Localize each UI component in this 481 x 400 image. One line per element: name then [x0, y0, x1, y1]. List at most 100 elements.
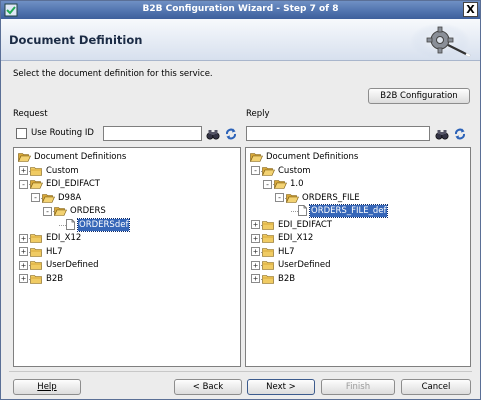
help-button[interactable]: Help [13, 379, 81, 395]
folder-open-icon [250, 153, 263, 162]
binoculars-icon[interactable] [435, 127, 449, 141]
wizard-header: Document Definition [1, 19, 480, 61]
tree-node[interactable]: Document Definitions [246, 151, 470, 163]
expand-toggle[interactable]: + [19, 233, 28, 243]
cancel-button-label: Cancel [421, 382, 451, 392]
expand-toggle[interactable]: + [19, 260, 28, 270]
folder-icon [30, 274, 42, 284]
tree-node-label: UserDefined [278, 260, 331, 270]
folder-icon [262, 220, 274, 230]
instruction-text: Select the document definition for this … [13, 69, 213, 79]
collapse-toggle[interactable]: - [43, 206, 52, 216]
tree-node[interactable]: + HL7 [246, 246, 470, 258]
back-button[interactable]: < Back [174, 379, 242, 395]
next-button[interactable]: Next > [247, 379, 315, 395]
tree-node-label: ORDERS_FILE [302, 192, 360, 203]
tree-node[interactable]: + B2B [246, 273, 470, 285]
tree-node-label: EDI_X12 [46, 233, 82, 243]
use-routing-id-checkbox[interactable] [16, 128, 27, 139]
help-button-label: Help [37, 382, 57, 392]
title-bar: B2B Configuration Wizard - Step 7 of 8 X [1, 1, 480, 19]
expand-toggle[interactable]: + [251, 233, 260, 243]
folder-icon [30, 234, 42, 243]
reply-routing-id-field[interactable] [246, 126, 430, 141]
tree-node[interactable]: - 1.0 [246, 178, 470, 190]
collapse-toggle[interactable]: - [275, 193, 284, 202]
tree-node-label: EDI_EDIFACT [46, 179, 100, 189]
refresh-icon[interactable] [453, 127, 467, 141]
selected-node-label: ORDERSdef [76, 217, 131, 232]
finish-button[interactable]: Finish [321, 379, 395, 395]
tree-node-label: Custom [46, 165, 79, 176]
tree-node-label: D98A [58, 192, 82, 203]
tree-node-label: EDI_X12 [278, 233, 314, 243]
tree-node[interactable]: - ORDERS [14, 205, 240, 217]
binoculars-icon[interactable] [206, 127, 220, 141]
tree-node[interactable]: + HL7 [14, 246, 240, 258]
folder-icon [30, 166, 42, 176]
expand-toggle[interactable]: + [251, 247, 260, 256]
next-button-label: Next > [266, 382, 296, 392]
request-routing-id-field[interactable] [103, 126, 202, 141]
request-tree[interactable]: Document Definitions + Custom - EDI_EDIFACT -… [13, 147, 241, 367]
gear-wand-icon [410, 23, 471, 59]
tree-node[interactable]: - ORDERS_FILE [246, 192, 470, 204]
folder-open-icon [262, 166, 275, 176]
tree-node-label: B2B [278, 273, 296, 284]
close-button[interactable]: X [463, 2, 478, 17]
expand-toggle[interactable]: + [19, 247, 28, 256]
expand-toggle[interactable]: + [251, 260, 260, 270]
folder-icon [262, 274, 274, 284]
collapse-toggle[interactable]: - [263, 179, 272, 189]
tree-node[interactable]: + EDI_EDIFACT [246, 219, 470, 231]
back-button-label: < Back [192, 382, 224, 392]
tree-connector [291, 211, 298, 212]
document-icon [66, 218, 75, 230]
selected-node-label: ORDERS_FILE_def [308, 204, 389, 218]
tree-node-label: Document Definitions [266, 152, 359, 162]
tree-node[interactable]: ORDERSdef [14, 217, 240, 232]
tree-connector [59, 224, 66, 226]
tree-node-label: B2B [46, 273, 64, 284]
document-icon [298, 205, 307, 216]
tree-node[interactable]: + B2B [14, 273, 240, 285]
reply-label: Reply [246, 109, 270, 119]
folder-icon [262, 247, 274, 257]
wizard-window: B2B Configuration Wizard - Step 7 of 8 X… [0, 0, 481, 400]
tree-node-label: EDI_EDIFACT [278, 219, 332, 230]
tree-node[interactable]: - EDI_EDIFACT [14, 178, 240, 190]
folder-open-icon [42, 193, 55, 203]
reply-tree[interactable]: Document Definitions - Custom -1.0- ORDERS_F… [245, 147, 471, 367]
tree-node[interactable]: + Custom [14, 165, 240, 177]
folder-open-icon [286, 193, 299, 203]
tree-node[interactable]: - Custom [246, 165, 470, 177]
tree-node-label: Document Definitions [34, 152, 127, 162]
b2b-configuration-button[interactable]: B2B Configuration [368, 88, 470, 104]
refresh-icon[interactable] [224, 127, 238, 141]
tree-node[interactable]: Document Definitions [14, 151, 240, 163]
folder-icon [30, 261, 42, 270]
tree-node-label: ORDERS [70, 206, 106, 216]
tree-node[interactable]: + EDI_X12 [246, 232, 470, 244]
tree-node[interactable]: ORDERS_FILE_def [246, 204, 470, 218]
cancel-button[interactable]: Cancel [401, 379, 471, 395]
expand-toggle[interactable]: + [19, 166, 28, 175]
collapse-toggle[interactable]: - [31, 193, 40, 202]
expand-toggle[interactable]: + [251, 220, 260, 229]
folder-open-icon [30, 180, 43, 189]
tree-node-label: Custom [278, 165, 311, 176]
tree-node[interactable]: + EDI_X12 [14, 232, 240, 244]
collapse-toggle[interactable]: - [19, 179, 28, 189]
collapse-toggle[interactable]: - [251, 166, 260, 175]
expand-toggle[interactable]: + [251, 274, 260, 283]
tree-node-label: HL7 [46, 246, 63, 257]
footer-divider [9, 371, 472, 372]
tree-node[interactable]: + UserDefined [246, 259, 470, 271]
use-routing-id-label: Use Routing ID [31, 128, 94, 138]
expand-toggle[interactable]: + [19, 274, 28, 283]
request-label: Request [13, 109, 48, 119]
tree-node[interactable]: + UserDefined [14, 259, 240, 271]
folder-icon [262, 261, 274, 270]
tree-node-label: HL7 [278, 246, 295, 257]
tree-node[interactable]: - D98A [14, 192, 240, 204]
